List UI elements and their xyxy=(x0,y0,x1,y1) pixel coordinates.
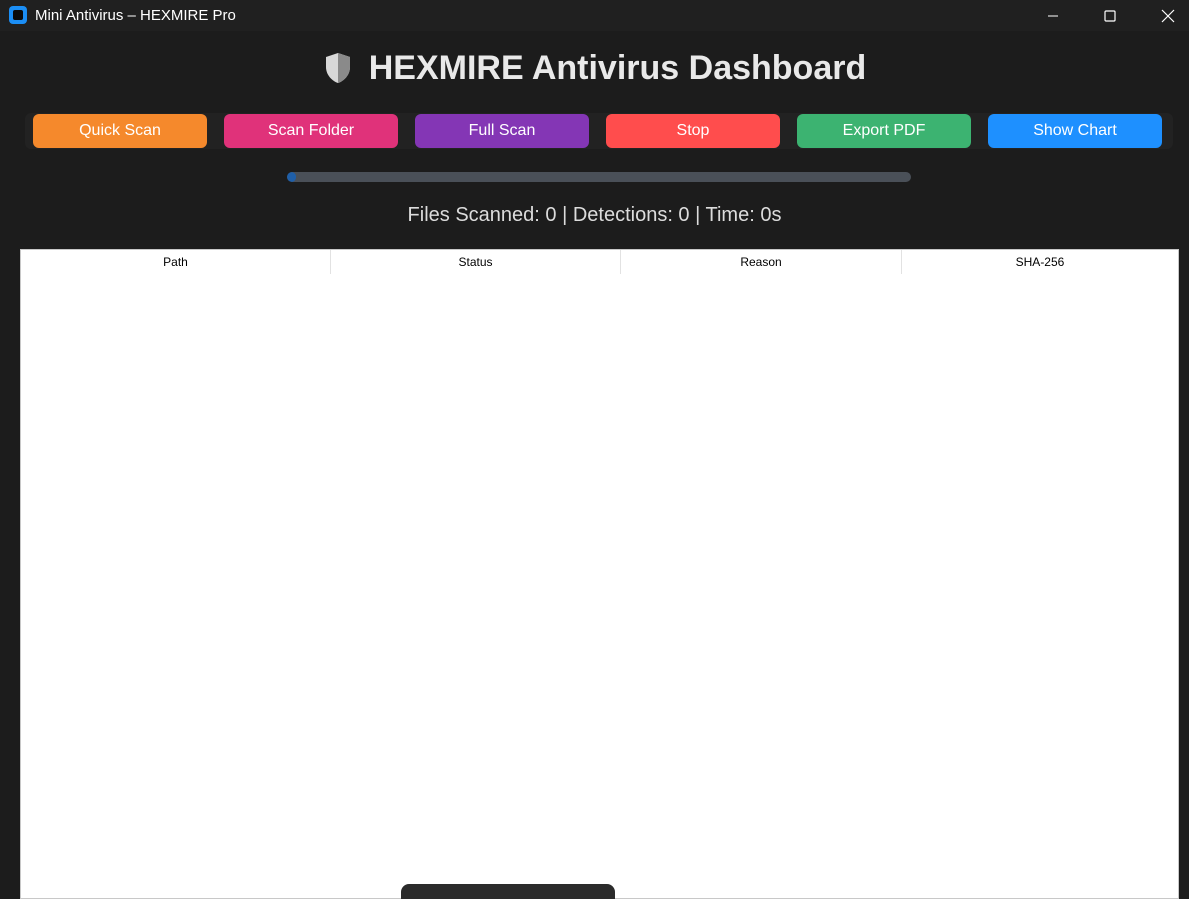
export-pdf-button[interactable]: Export PDF xyxy=(797,114,971,148)
quick-scan-button[interactable]: Quick Scan xyxy=(33,114,207,148)
minimize-button[interactable] xyxy=(1030,0,1076,31)
show-chart-button[interactable]: Show Chart xyxy=(988,114,1162,148)
column-header-sha256[interactable]: SHA-256 xyxy=(902,250,1178,274)
close-icon xyxy=(1161,9,1175,22)
bottom-overlay-tab xyxy=(401,884,615,899)
app-window: Mini Antivirus – HEXMIRE Pro HEXMIRE Ant… xyxy=(0,0,1189,899)
page-title: HEXMIRE Antivirus Dashboard xyxy=(368,48,867,87)
title-bar[interactable]: Mini Antivirus – HEXMIRE Pro xyxy=(0,0,1189,31)
stop-button[interactable]: Stop xyxy=(606,114,780,148)
shield-icon xyxy=(325,53,350,83)
window-title: Mini Antivirus – HEXMIRE Pro xyxy=(35,7,236,24)
maximize-button[interactable] xyxy=(1087,0,1133,31)
close-button[interactable] xyxy=(1145,0,1189,31)
results-table[interactable]: Path Status Reason SHA-256 xyxy=(20,249,1179,899)
scan-folder-button[interactable]: Scan Folder xyxy=(224,114,398,148)
minimize-icon xyxy=(1048,15,1058,16)
toolbar: Quick Scan Scan Folder Full Scan Stop Ex… xyxy=(25,113,1173,149)
column-header-path[interactable]: Path xyxy=(21,250,331,274)
app-icon xyxy=(9,6,27,24)
column-header-status[interactable]: Status xyxy=(331,250,621,274)
scan-stats: Files Scanned: 0 | Detections: 0 | Time:… xyxy=(407,204,782,226)
scan-progress-bar xyxy=(287,172,911,182)
table-header: Path Status Reason SHA-256 xyxy=(21,250,1178,275)
column-header-reason[interactable]: Reason xyxy=(621,250,902,274)
dashboard-header: HEXMIRE Antivirus Dashboard xyxy=(0,45,1189,91)
scan-progress-fill xyxy=(287,172,297,182)
maximize-icon xyxy=(1104,9,1116,22)
full-scan-button[interactable]: Full Scan xyxy=(415,114,589,148)
